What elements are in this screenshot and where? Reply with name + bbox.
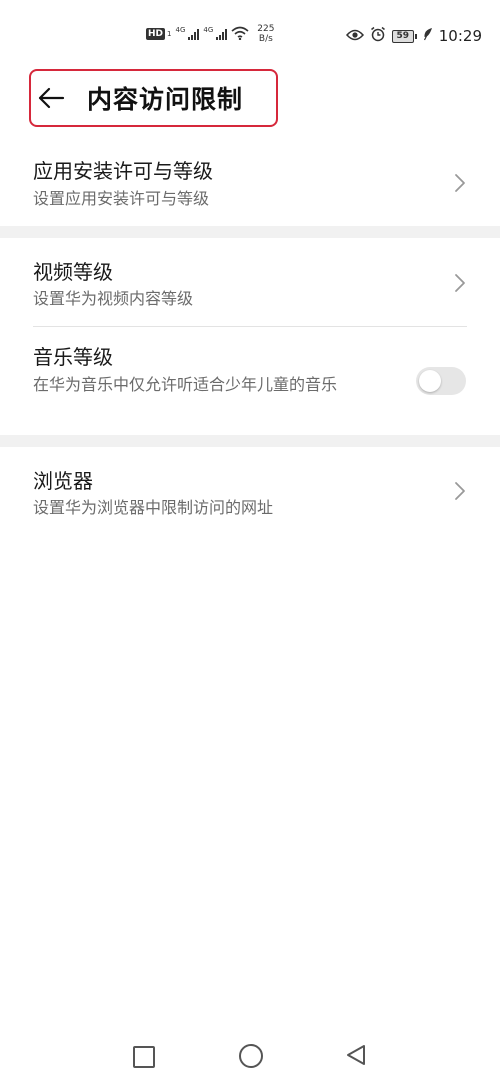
clock: 10:29 (438, 27, 482, 45)
network-speed: 225 B/s (257, 24, 274, 44)
browser-item[interactable]: 浏览器 设置华为浏览器中限制访问的网址 (0, 449, 500, 533)
music-rating-toggle[interactable] (416, 367, 466, 395)
item-subtitle: 设置华为浏览器中限制访问的网址 (33, 498, 274, 517)
section-gap (0, 226, 500, 238)
item-subtitle: 在华为音乐中仅允许听适合少年儿童的音乐 (33, 375, 338, 394)
item-subtitle: 设置应用安装许可与等级 (33, 189, 210, 208)
item-title: 视频等级 (33, 260, 113, 284)
item-title: 应用安装许可与等级 (33, 159, 213, 183)
home-button[interactable] (239, 1044, 263, 1068)
divider (33, 326, 467, 327)
battery-level: 59 (391, 29, 414, 43)
app-install-permission-item[interactable]: 应用安装许可与等级 设置应用安装许可与等级 (0, 140, 500, 225)
network-speed-unit: B/s (258, 34, 273, 44)
item-title: 音乐等级 (33, 345, 113, 369)
chevron-right-icon (455, 174, 465, 192)
status-icons-right: 59 10:29 (345, 26, 482, 46)
item-subtitle: 设置华为视频内容等级 (33, 289, 194, 308)
signal-1-icon: 4G (175, 26, 200, 40)
page-title: 内容访问限制 (87, 85, 244, 114)
status-bar: HD 1 4G 4G 225 B/s 59 10:29 (0, 0, 500, 60)
sim-number: 1 (167, 30, 172, 38)
video-rating-item[interactable]: 视频等级 设置华为视频内容等级 (0, 240, 500, 326)
wifi-icon (231, 25, 249, 44)
network-type-2: 4G (203, 26, 214, 34)
leaf-icon (423, 27, 433, 45)
item-title: 浏览器 (33, 469, 93, 493)
page-header: 内容访问限制 (29, 69, 278, 127)
back-arrow-icon[interactable] (37, 82, 69, 114)
recents-button[interactable] (133, 1046, 155, 1068)
hd-voice-icon: HD (146, 28, 166, 40)
status-icons-left: HD 1 4G 4G 225 B/s (146, 24, 274, 44)
back-triangle-button[interactable] (344, 1043, 368, 1067)
music-rating-item: 音乐等级 在华为音乐中仅允许听适合少年儿童的音乐 (0, 328, 500, 434)
chevron-right-icon (455, 482, 465, 500)
toggle-knob (419, 370, 441, 392)
network-type-1: 4G (175, 26, 186, 34)
chevron-right-icon (455, 274, 465, 292)
eye-icon (345, 27, 364, 45)
network-speed-value: 225 (257, 24, 275, 34)
alarm-icon (370, 26, 386, 46)
section-gap (0, 435, 500, 447)
battery-icon: 59 (391, 29, 417, 43)
navigation-bar (0, 1030, 500, 1084)
signal-2-icon: 4G (203, 26, 228, 40)
